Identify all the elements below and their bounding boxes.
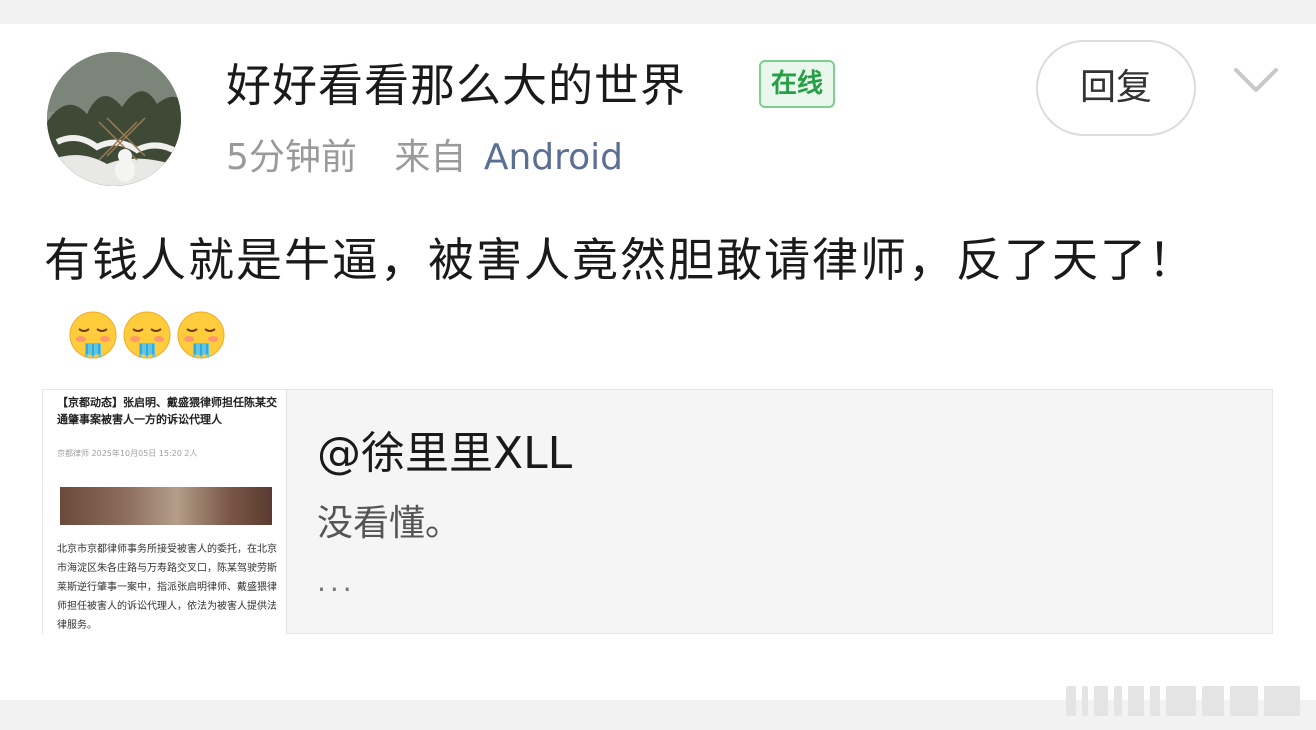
avatar[interactable] [47, 52, 181, 186]
quoted-text: 没看懂。 [317, 503, 462, 544]
quoted-post-card[interactable]: 【京都动态】张启明、戴盛猥律师担任陈某交通肇事案被害人一方的诉讼代理人 京都律师… [42, 389, 1273, 635]
steam-from-nose-emoji [69, 311, 117, 359]
quoted-user[interactable]: @徐里里XLL [317, 426, 572, 482]
reply-button[interactable]: 回复 [1036, 40, 1196, 136]
source-prefix: 来自 [394, 137, 467, 178]
post-text: 有钱人就是牛逼，被害人竟然胆敢请律师，反了天了！ [44, 233, 1196, 287]
post-source: Android [483, 137, 624, 178]
avatar-image [47, 52, 181, 186]
top-spacer [0, 0, 1316, 24]
watermark [1060, 684, 1306, 718]
thumbnail-body: 北京市京都律师事务所接受被害人的委托，在北京市海淀区朱各庄路与万寿路交叉口，陈某… [57, 544, 277, 631]
chevron-down-icon[interactable] [1232, 64, 1280, 96]
steam-from-nose-emoji [123, 311, 171, 359]
thumbnail-headline: 【京都动态】张启明、戴盛猥律师担任陈某交通肇事案被害人一方的诉讼代理人 [57, 396, 277, 426]
post-time: 5分钟前 [226, 137, 357, 178]
steam-from-nose-emoji [177, 311, 225, 359]
online-status-badge: 在线 [759, 60, 836, 108]
emoji-group [68, 298, 230, 366]
thumbnail-photo [60, 487, 272, 525]
thumbnail-meta: 京都律师 2025年10月05日 15:20 2人 [57, 449, 198, 458]
quoted-post-thumbnail[interactable]: 【京都动态】张启明、戴盛猥律师担任陈某交通肇事案被害人一方的诉讼代理人 京都律师… [43, 390, 287, 635]
username[interactable]: 好好看看那么大的世界 [226, 56, 686, 116]
quoted-more-ellipsis: ... [317, 565, 356, 598]
post-meta: 5分钟前 来自 Android [226, 134, 623, 182]
post-content: 有钱人就是牛逼，被害人竟然胆敢请律师，反了天了！ [44, 226, 1244, 366]
